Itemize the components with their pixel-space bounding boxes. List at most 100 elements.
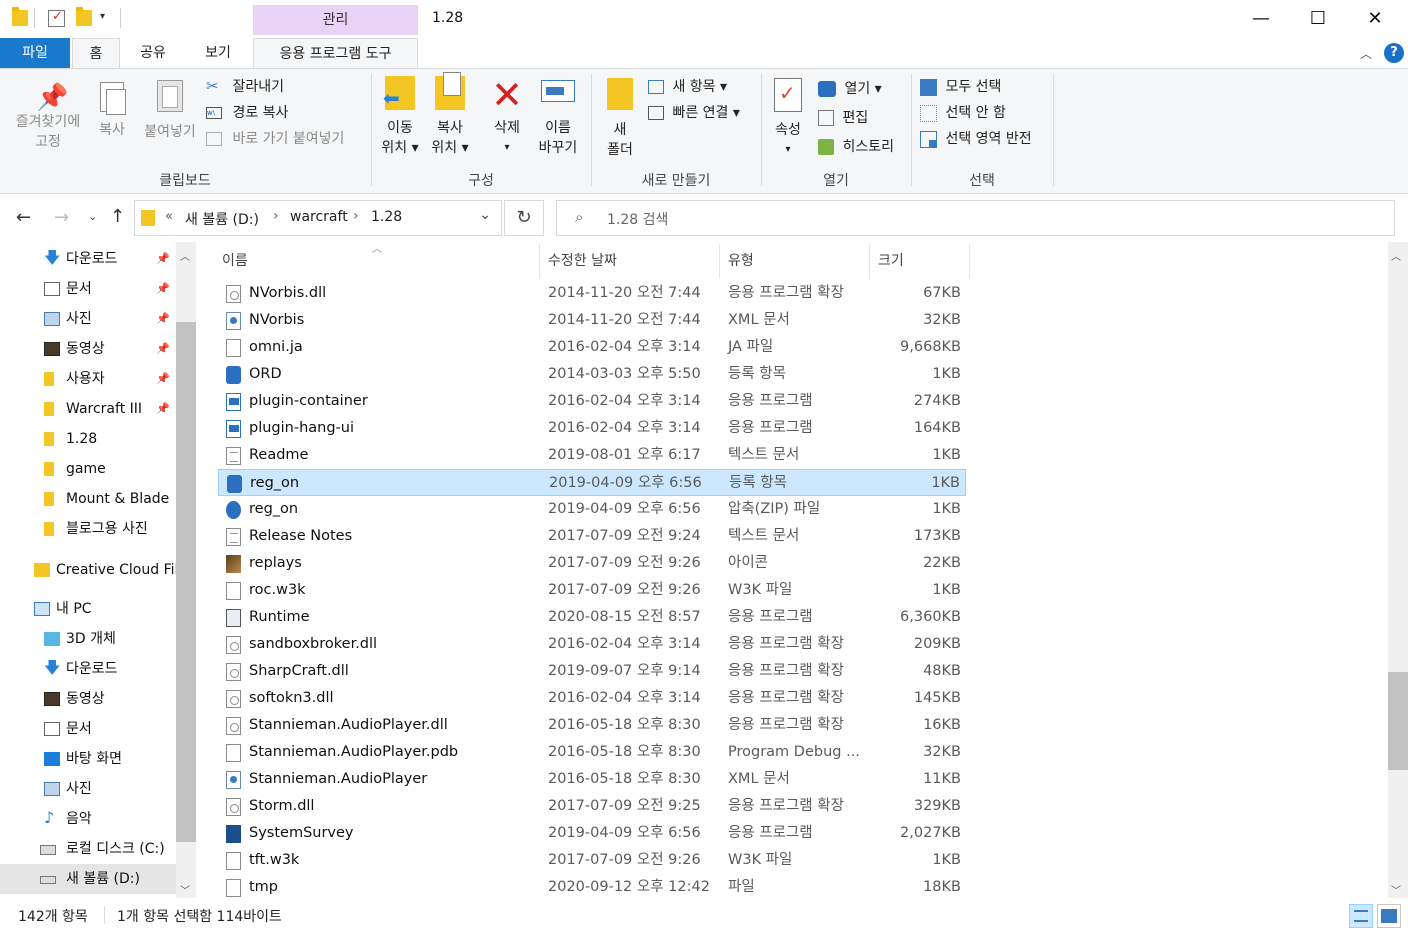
nav-item-downloads-pinned[interactable]: 🡇 다운로드 📌 bbox=[0, 244, 176, 274]
nav-item-blog-photos[interactable]: 블로그용 사진 bbox=[0, 514, 176, 544]
rename-button[interactable]: 이름 바꾸기 bbox=[532, 76, 584, 162]
properties-button[interactable]: ✓ 속성 ▾ bbox=[766, 76, 810, 162]
close-button[interactable]: ✕ bbox=[1352, 0, 1398, 38]
nav-item-game[interactable]: game bbox=[0, 454, 176, 484]
file-row[interactable]: Stannieman.AudioPlayer.dll 2016-05-18 오후 … bbox=[218, 712, 966, 739]
nav-item-this-pc[interactable]: 내 PC bbox=[0, 594, 176, 624]
file-row[interactable]: reg_on 2019-04-09 오후 6:56 압축(ZIP) 파일 1KB bbox=[218, 496, 966, 523]
nav-scroll-up-icon[interactable]: ︿ bbox=[180, 248, 190, 263]
recent-locations-chevron-icon[interactable]: ⌄ bbox=[88, 210, 97, 223]
properties-quick-icon[interactable]: ✓ bbox=[48, 9, 65, 27]
nav-item-downloads[interactable]: 🡇 다운로드 bbox=[0, 654, 176, 684]
file-row[interactable]: NVorbis 2014-11-20 오전 7:44 XML 문서 32KB bbox=[218, 307, 966, 334]
tab-file[interactable]: 파일 bbox=[0, 38, 70, 68]
up-arrow-icon[interactable]: ↑ bbox=[110, 206, 125, 227]
breadcrumb-current[interactable]: 1.28 bbox=[371, 209, 402, 225]
select-all-button[interactable]: 모두 선택 bbox=[920, 77, 1001, 97]
tab-home[interactable]: 홈 bbox=[72, 38, 120, 69]
tab-view[interactable]: 보기 bbox=[186, 38, 250, 68]
move-to-button[interactable]: ⬅ 이동 위치 ▾ bbox=[376, 76, 424, 162]
column-header-size[interactable]: 크기 bbox=[878, 250, 904, 270]
column-divider[interactable] bbox=[869, 244, 870, 278]
column-divider[interactable] bbox=[539, 244, 540, 278]
new-folder-button[interactable]: 새 폴더 bbox=[598, 76, 642, 162]
file-list-scrollbar[interactable] bbox=[1388, 242, 1408, 898]
breadcrumb-drive[interactable]: 새 볼륨 (D:) bbox=[185, 209, 259, 229]
pin-icon[interactable]: 📌 bbox=[156, 364, 170, 394]
file-row[interactable]: Runtime 2020-08-15 오전 8:57 응용 프로그램 6,360KB bbox=[218, 604, 966, 631]
back-arrow-icon[interactable]: ← bbox=[16, 207, 31, 228]
pin-icon[interactable]: 📌 bbox=[156, 304, 170, 334]
file-row[interactable]: softokn3.dll 2016-02-04 오후 3:14 응용 프로그램 확장… bbox=[218, 685, 966, 712]
nav-item-music[interactable]: ♪ 음악 bbox=[0, 804, 176, 834]
search-input[interactable]: 1.28 검색 bbox=[607, 209, 668, 229]
address-box[interactable]: « 새 볼륨 (D:) › warcraft › 1.28 ⌄ bbox=[134, 200, 502, 236]
pin-icon[interactable]: 📌 bbox=[156, 274, 170, 304]
new-folder-quick-icon[interactable] bbox=[76, 7, 92, 26]
pin-icon[interactable]: 📌 bbox=[156, 394, 170, 424]
copy-to-button[interactable]: 복사 위치 ▾ bbox=[426, 72, 474, 162]
edit-button[interactable]: 편집 bbox=[818, 108, 868, 128]
breadcrumb-separator[interactable]: › bbox=[273, 208, 279, 224]
file-row[interactable]: Readme 2019-08-01 오후 6:17 텍스트 문서 1KB bbox=[218, 442, 966, 469]
easy-access-button[interactable]: 빠른 연결 ▾ bbox=[648, 103, 740, 123]
nav-item-videos[interactable]: 동영상 bbox=[0, 684, 176, 714]
column-header-type[interactable]: 유형 bbox=[728, 250, 754, 270]
breadcrumb-warcraft[interactable]: warcraft bbox=[290, 209, 348, 225]
file-row[interactable]: SystemSurvey 2019-04-09 오후 6:56 응용 프로그램 2,0… bbox=[218, 820, 966, 847]
file-row[interactable]: plugin-container 2016-02-04 오후 3:14 응용 프로그… bbox=[218, 388, 966, 415]
address-history-chevron-icon[interactable]: ⌄ bbox=[479, 207, 491, 223]
invert-selection-button[interactable]: 선택 영역 반전 bbox=[920, 129, 1032, 149]
nav-scrollbar-thumb[interactable] bbox=[176, 322, 196, 842]
column-header-name[interactable]: 이름 bbox=[222, 250, 248, 270]
file-row[interactable]: Stannieman.AudioPlayer 2016-05-18 오후 8:30… bbox=[218, 766, 966, 793]
select-none-button[interactable]: 선택 안 함 bbox=[920, 103, 1006, 123]
nav-item-warcraft-pinned[interactable]: Warcraft III 📌 bbox=[0, 394, 176, 424]
breadcrumb-overflow[interactable]: « bbox=[165, 209, 173, 224]
tab-application-tools[interactable]: 응용 프로그램 도구 bbox=[253, 38, 418, 69]
nav-item-documents[interactable]: 문서 bbox=[0, 714, 176, 744]
file-list-scrollbar-thumb[interactable] bbox=[1388, 672, 1408, 770]
file-row[interactable]: Stannieman.AudioPlayer.pdb 2016-05-18 오후 … bbox=[218, 739, 966, 766]
forward-arrow-icon[interactable]: → bbox=[54, 207, 69, 228]
nav-item-videos-pinned[interactable]: 동영상 📌 bbox=[0, 334, 176, 364]
pin-icon[interactable]: 📌 bbox=[156, 334, 170, 364]
nav-item-documents-pinned[interactable]: 문서 📌 bbox=[0, 274, 176, 304]
open-button[interactable]: 열기 ▾ bbox=[818, 79, 882, 99]
file-row[interactable]: ORD 2014-03-03 오후 5:50 등록 항목 1KB bbox=[218, 361, 966, 388]
copy-button[interactable]: 복사 bbox=[92, 78, 132, 162]
delete-dropdown-icon[interactable]: ▾ bbox=[484, 138, 530, 158]
file-row[interactable]: roc.w3k 2017-07-09 오전 9:26 W3K 파일 1KB bbox=[218, 577, 966, 604]
nav-scroll-down-icon[interactable]: ﹀ bbox=[180, 882, 190, 897]
customize-quick-access-icon[interactable]: ▾ bbox=[100, 11, 105, 22]
file-row[interactable]: sandboxbroker.dll 2016-02-04 오후 3:14 응용 프로… bbox=[218, 631, 966, 658]
nav-item-1-28[interactable]: 1.28 bbox=[0, 424, 176, 454]
file-row[interactable]: SharpCraft.dll 2019-09-07 오후 9:14 응용 프로그램 … bbox=[218, 658, 966, 685]
file-row[interactable]: omni.ja 2016-02-04 오후 3:14 JA 파일 9,668KB bbox=[218, 334, 966, 361]
list-scroll-down-icon[interactable]: ﹀ bbox=[1391, 882, 1401, 897]
large-icons-view-button[interactable] bbox=[1377, 904, 1401, 928]
maximize-button[interactable]: ☐ bbox=[1295, 0, 1341, 38]
details-view-button[interactable] bbox=[1349, 904, 1373, 928]
search-box[interactable]: ⌕ 1.28 검색 bbox=[556, 200, 1395, 236]
list-scroll-up-icon[interactable]: ︿ bbox=[1391, 248, 1401, 263]
file-row[interactable]: Storm.dll 2017-07-09 오전 9:25 응용 프로그램 확장 329… bbox=[218, 793, 966, 820]
history-button[interactable]: 히스토리 bbox=[818, 137, 894, 157]
copy-path-button[interactable]: w\ 경로 복사 bbox=[206, 103, 288, 123]
file-row[interactable]: tmp 2020-09-12 오후 12:42 파일 18KB bbox=[218, 874, 966, 901]
delete-button[interactable]: ✕ 삭제 ▾ bbox=[484, 76, 530, 162]
nav-item-creative-cloud[interactable]: Creative Cloud Fil bbox=[0, 555, 176, 585]
refresh-icon[interactable]: ↻ bbox=[504, 200, 544, 236]
cut-button[interactable]: ✂ 잘라내기 bbox=[206, 77, 284, 97]
file-row[interactable]: reg_on 2019-04-09 오후 6:56 등록 항목 1KB bbox=[218, 469, 966, 496]
paste-shortcut-button[interactable]: 바로 가기 붙여넣기 bbox=[206, 129, 344, 149]
nav-item-mount-blade[interactable]: Mount & Blade bbox=[0, 484, 176, 514]
file-row[interactable]: NVorbis.dll 2014-11-20 오전 7:44 응용 프로그램 확장 6… bbox=[218, 280, 966, 307]
nav-item-pictures-pinned[interactable]: 사진 📌 bbox=[0, 304, 176, 334]
collapse-ribbon-icon[interactable]: ︿ bbox=[1360, 45, 1372, 62]
file-row[interactable]: Release Notes 2017-07-09 오전 9:24 텍스트 문서 173… bbox=[218, 523, 966, 550]
nav-item-local-disk-c[interactable]: 로컬 디스크 (C:) bbox=[0, 834, 176, 864]
nav-item-3d-objects[interactable]: 3D 개체 bbox=[0, 624, 176, 654]
column-divider[interactable] bbox=[719, 244, 720, 278]
file-row[interactable]: replays 2017-07-09 오전 9:26 아이콘 22KB bbox=[218, 550, 966, 577]
